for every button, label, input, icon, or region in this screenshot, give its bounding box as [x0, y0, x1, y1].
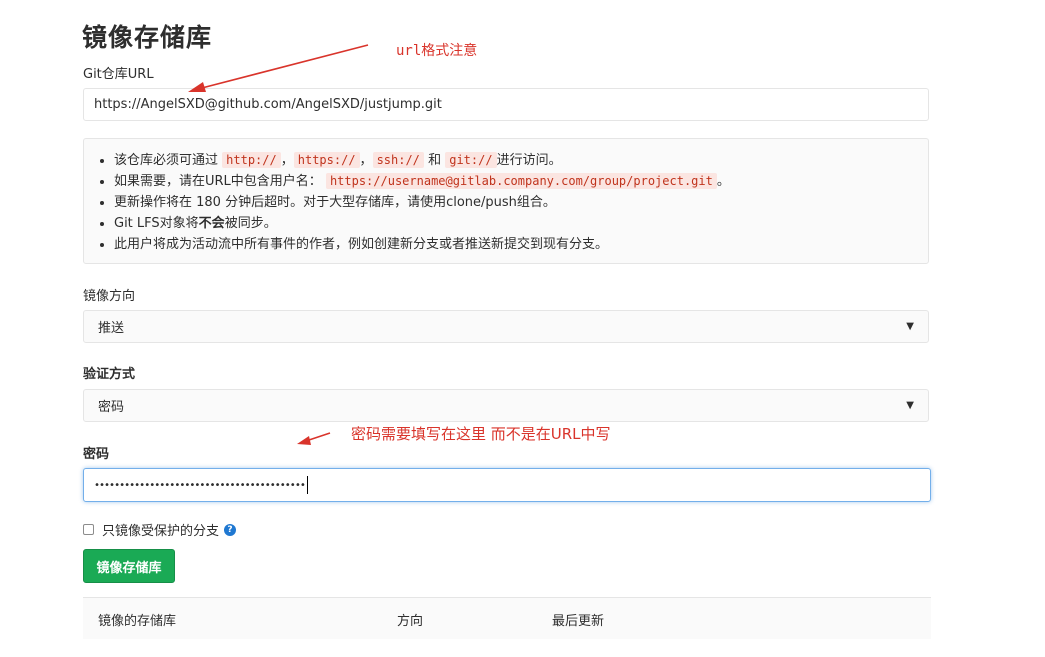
password-arrow-icon	[297, 432, 331, 445]
url-arrow-icon	[188, 44, 369, 92]
annotation-arrows	[188, 44, 369, 445]
